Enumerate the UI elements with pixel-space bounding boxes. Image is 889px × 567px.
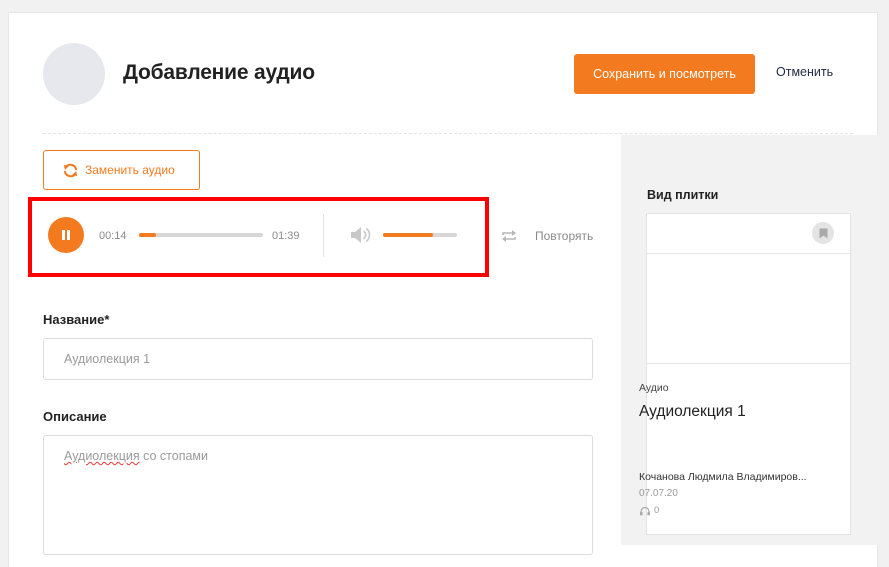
- repeat-label[interactable]: Повторять: [535, 229, 593, 243]
- content-card: Добавление аудио Сохранить и посмотреть …: [8, 12, 879, 567]
- bookmark-icon: [819, 228, 827, 238]
- tile-author: Кочанова Людмила Владимиров...: [639, 471, 807, 483]
- headphones-icon: [640, 506, 650, 515]
- player-separator: [323, 214, 324, 257]
- tile-date: 07.07.20: [639, 488, 678, 499]
- total-time: 01:39: [272, 230, 300, 242]
- name-label: Название*: [43, 312, 110, 327]
- tile-header: [647, 214, 850, 254]
- repeat-icon[interactable]: [501, 229, 517, 243]
- pause-icon: [62, 230, 70, 240]
- progress-slider[interactable]: [139, 233, 263, 237]
- cancel-link[interactable]: Отменить: [776, 65, 833, 79]
- page-header: Добавление аудио Сохранить и посмотреть …: [9, 13, 879, 133]
- volume-slider[interactable]: [383, 233, 457, 237]
- avatar: [43, 43, 105, 105]
- tile-views: 0: [639, 505, 659, 516]
- play-pause-button[interactable]: [48, 217, 84, 253]
- description-label: Описание: [43, 409, 107, 424]
- tile-cover: [647, 254, 850, 364]
- preview-heading: Вид плитки: [647, 188, 719, 202]
- tile-type: Аудио: [639, 382, 669, 394]
- audio-player-highlight: [28, 197, 489, 277]
- replace-audio-label: Заменить аудио: [85, 163, 175, 177]
- tile-title: Аудиолекция 1: [639, 403, 746, 420]
- replace-audio-button[interactable]: Заменить аудио: [43, 150, 200, 190]
- bookmark-button[interactable]: [812, 222, 834, 244]
- volume-fill: [383, 233, 434, 237]
- progress-fill: [139, 233, 157, 237]
- header-divider: [43, 133, 853, 134]
- description-textarea[interactable]: [43, 435, 593, 555]
- current-time: 00:14: [99, 230, 127, 242]
- save-and-view-button[interactable]: Сохранить и посмотреть: [574, 54, 755, 94]
- refresh-icon: [63, 163, 78, 177]
- tile-preview: [646, 213, 851, 535]
- volume-icon[interactable]: [350, 226, 372, 244]
- name-input[interactable]: [43, 338, 593, 380]
- page-title: Добавление аудио: [123, 61, 315, 84]
- preview-panel: Вид плитки Аудио Аудиолекция 1 Кочанова …: [621, 135, 879, 545]
- views-count: 0: [654, 505, 660, 516]
